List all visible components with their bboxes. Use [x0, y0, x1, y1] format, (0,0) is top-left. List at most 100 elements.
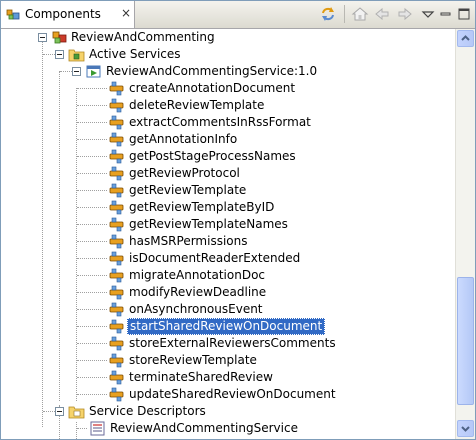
- tree-node-label: getAnnotationInfo: [129, 132, 238, 146]
- back-icon[interactable]: [373, 5, 391, 23]
- operation-icon: [109, 251, 124, 266]
- forward-icon[interactable]: [396, 5, 414, 23]
- tree-node-operation[interactable]: modifyReviewDeadline: [1, 284, 455, 301]
- tree-node-label: getReviewTemplateByID: [129, 200, 275, 214]
- view-title-bar: Components ×: [1, 1, 475, 29]
- components-tree[interactable]: ReviewAndCommenting Active Services Revi…: [1, 29, 455, 439]
- sync-icon[interactable]: [319, 5, 337, 23]
- operation-icon: [109, 336, 124, 351]
- scroll-thumb[interactable]: [457, 277, 474, 405]
- tree-branch-line: [43, 411, 55, 413]
- tree-branch-line: [77, 394, 107, 396]
- chevron-up-icon: [461, 35, 470, 41]
- tree-node-operation[interactable]: getReviewTemplateNames: [1, 216, 455, 233]
- collapse-toggle[interactable]: [55, 407, 64, 416]
- tree-node-label: modifyReviewDeadline: [129, 285, 267, 299]
- tree-branch-line: [77, 122, 107, 124]
- operation-icon: [109, 217, 124, 232]
- tree-node-label: ReviewAndCommentingService:1.0: [106, 64, 318, 78]
- descriptors-folder-icon: [68, 406, 85, 419]
- tree-branch-line: [43, 54, 55, 56]
- tree-node-operation[interactable]: getPostStageProcessNames: [1, 148, 455, 165]
- tree-node-active-services[interactable]: Active Services: [1, 46, 455, 63]
- tree-branch-line: [77, 326, 107, 328]
- tree-branch-line: [77, 139, 107, 141]
- tree-branch-line: [77, 224, 107, 226]
- tree-node-operation[interactable]: isDocumentReaderExtended: [1, 250, 455, 267]
- home-icon[interactable]: [351, 5, 369, 23]
- operation-icon: [109, 166, 124, 181]
- tree-node-operation[interactable]: createAnnotationDocument: [1, 80, 455, 97]
- tree-node-label: getReviewProtocol: [129, 166, 240, 180]
- view-title: Components: [25, 7, 101, 21]
- tree-node-operation[interactable]: getAnnotationInfo: [1, 131, 455, 148]
- tree-branch-line: [77, 173, 107, 175]
- tree-node-operation[interactable]: startSharedReviewOnDocument: [1, 318, 455, 335]
- collapse-toggle[interactable]: [38, 33, 47, 42]
- tree-node-label: onAsynchronousEvent: [129, 302, 263, 316]
- tree-node-label: terminateSharedReview: [129, 370, 273, 384]
- tree-node-label: startSharedReviewOnDocument: [127, 318, 326, 335]
- operation-icon: [109, 268, 124, 283]
- tree-node-service[interactable]: ReviewAndCommentingService:1.0: [1, 63, 455, 80]
- tree-node-operation[interactable]: storeReviewTemplate: [1, 352, 455, 369]
- operation-icon: [109, 234, 124, 249]
- tree-node-operation[interactable]: migrateAnnotationDoc: [1, 267, 455, 284]
- maximize-icon[interactable]: [455, 5, 473, 23]
- operation-icon: [109, 387, 124, 402]
- tree-branch-line: [77, 156, 107, 158]
- operation-icon: [109, 353, 124, 368]
- tree-node-operation[interactable]: updateSharedReviewOnDocument: [1, 386, 455, 403]
- operation-icon: [109, 302, 124, 317]
- scroll-up-button[interactable]: [457, 30, 474, 47]
- tree-branch-line: [77, 360, 107, 362]
- tree-branch-line: [77, 190, 107, 192]
- tree-node-label: hasMSRPermissions: [129, 234, 248, 248]
- tree-node-root[interactable]: ReviewAndCommenting: [1, 29, 455, 46]
- collapse-toggle[interactable]: [72, 67, 81, 76]
- minimize-icon[interactable]: [437, 5, 455, 23]
- operation-icon: [109, 370, 124, 385]
- components-tab[interactable]: Components ×: [1, 1, 135, 28]
- tree-node-service-descriptors[interactable]: Service Descriptors: [1, 403, 455, 420]
- tree-branch-line: [77, 88, 107, 90]
- tree-node-operation[interactable]: terminateSharedReview: [1, 369, 455, 386]
- operation-icon: [109, 149, 124, 164]
- toolbar-separator: [344, 5, 345, 23]
- tree-branch-line: [77, 292, 107, 294]
- scroll-down-button[interactable]: [457, 420, 474, 437]
- components-view: Components × ReviewAndCommenting Active …: [0, 0, 476, 440]
- tree-node-descriptor[interactable]: ReviewAndCommentingService: [1, 420, 455, 437]
- tree-node-operation[interactable]: getReviewTemplateByID: [1, 199, 455, 216]
- tree-branch-line: [77, 241, 107, 243]
- view-menu-icon[interactable]: [419, 5, 437, 23]
- tree-node-operation[interactable]: onAsynchronousEvent: [1, 301, 455, 318]
- operation-icon: [109, 115, 124, 130]
- tree-node-operation[interactable]: storeExternalReviewersComments: [1, 335, 455, 352]
- tree-branch-line: [77, 309, 107, 311]
- collapse-toggle[interactable]: [55, 50, 64, 59]
- tree-branch-line: [77, 258, 107, 260]
- operation-icon: [109, 98, 124, 113]
- tree-node-operation[interactable]: hasMSRPermissions: [1, 233, 455, 250]
- tree-node-label: getPostStageProcessNames: [129, 149, 296, 163]
- components-view-icon: [6, 9, 20, 20]
- tree-node-label: getReviewTemplate: [129, 183, 247, 197]
- tree-node-label: createAnnotationDocument: [129, 81, 296, 95]
- tree-node-label: storeReviewTemplate: [129, 353, 257, 367]
- vertical-scrollbar[interactable]: [455, 29, 475, 439]
- tree-branch-line: [77, 207, 107, 209]
- tree-node-label: migrateAnnotationDoc: [129, 268, 266, 282]
- tree-node-label: storeExternalReviewersComments: [129, 336, 336, 350]
- descriptor-icon: [90, 421, 105, 436]
- tree-node-label: extractCommentsInRssFormat: [129, 115, 311, 129]
- tree-node-operation[interactable]: extractCommentsInRssFormat: [1, 114, 455, 131]
- tree-node-operation[interactable]: deleteReviewTemplate: [1, 97, 455, 114]
- tree-node-operation[interactable]: getReviewProtocol: [1, 165, 455, 182]
- tree-node-operation[interactable]: getReviewTemplate: [1, 182, 455, 199]
- tree-branch-line: [77, 428, 87, 430]
- tree-node-label: updateSharedReviewOnDocument: [129, 387, 336, 401]
- tree-branch-line: [77, 343, 107, 345]
- tree-branch-line: [77, 275, 107, 277]
- close-view-icon[interactable]: ×: [119, 6, 133, 20]
